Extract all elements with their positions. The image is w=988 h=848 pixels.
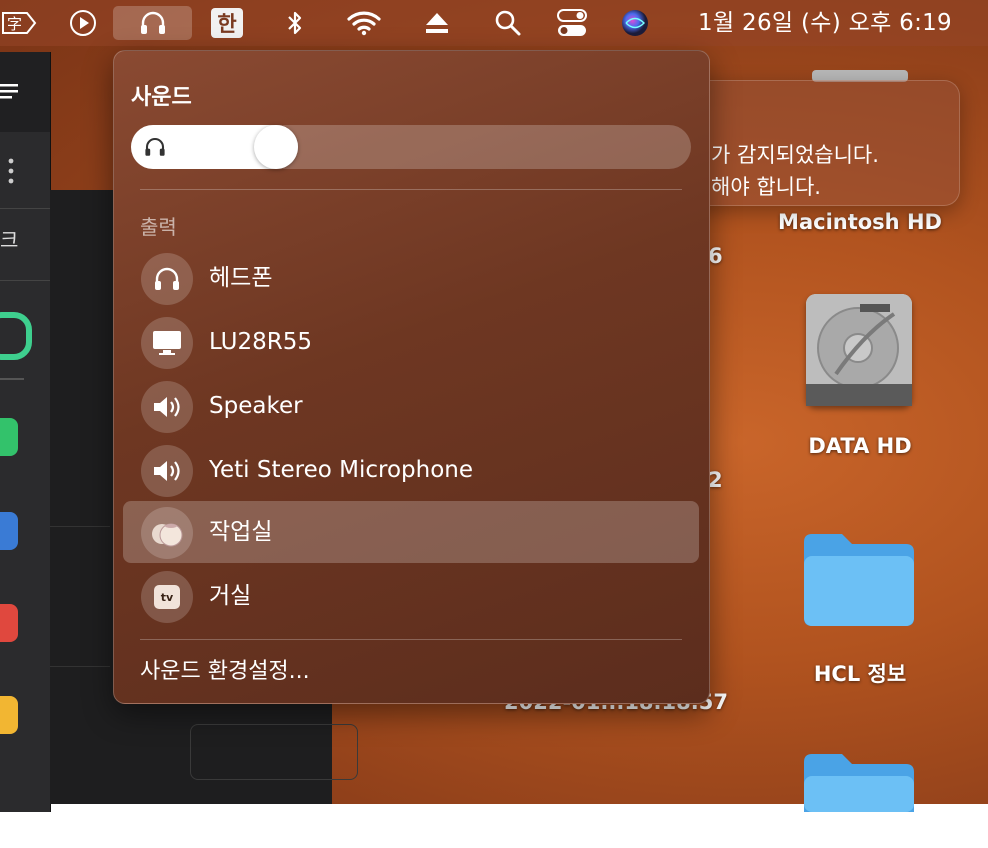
play-icon[interactable]: [66, 6, 100, 40]
wifi-icon[interactable]: [344, 6, 384, 40]
device-label: LU28R55: [209, 329, 313, 355]
list-icon[interactable]: [0, 82, 20, 108]
output-device-studio[interactable]: 작업실: [123, 501, 699, 563]
input-method-left-glyph: 字: [7, 15, 22, 33]
left-app-window: 크: [0, 52, 51, 812]
desktop-icon-macintosh-hd[interactable]: Macintosh HD: [760, 210, 960, 234]
headphones-menu-icon[interactable]: [113, 6, 192, 40]
divider: [50, 666, 110, 667]
star-app-icon[interactable]: [0, 696, 18, 734]
speaker-icon: [141, 445, 193, 497]
siri-icon[interactable]: [618, 6, 652, 40]
menubar-clock[interactable]: 1월 26일 (수) 오후 6:19: [698, 0, 952, 46]
briefcase-app-icon[interactable]: [0, 512, 18, 550]
menu-separator: [140, 189, 682, 190]
desktop-icon-label: Macintosh HD: [778, 210, 942, 234]
korean-input-icon[interactable]: 한: [210, 6, 244, 40]
notification-banner[interactable]: 가 감지되었습니다. 해야 합니다.: [690, 80, 960, 206]
volume-knob[interactable]: [254, 125, 299, 169]
speaker-icon: [141, 381, 193, 433]
partial-date-text: 6: [708, 244, 723, 268]
folder-icon[interactable]: [800, 752, 918, 848]
partial-date-text: 2: [708, 468, 723, 492]
input-source-icon[interactable]: 字: [0, 6, 38, 40]
desktop-icon-label: HCL 정보: [813, 662, 907, 686]
output-device-headphones[interactable]: 헤드폰: [123, 247, 699, 309]
homepod-icon: [141, 507, 193, 559]
messages-app-icon[interactable]: [0, 418, 18, 456]
sound-menu-title: 사운드: [131, 85, 192, 110]
left-app-partial-label: 크: [0, 228, 19, 252]
output-section-label: 출력: [140, 215, 177, 239]
device-label: 작업실: [209, 519, 273, 545]
red-app-icon[interactable]: [0, 604, 18, 642]
sound-preferences-item[interactable]: 사운드 환경설정...: [140, 653, 310, 685]
device-label: Speaker: [209, 393, 303, 419]
search-icon[interactable]: [492, 6, 524, 40]
middle-app-panel: [190, 724, 358, 780]
notification-line-1: 가 감지되었습니다.: [711, 143, 879, 167]
output-device-speaker[interactable]: Speaker: [123, 375, 699, 437]
drive-icon[interactable]: [806, 294, 912, 406]
menu-bar: 字 한 1월 26일 (수) 오후 6:19: [0, 0, 988, 46]
folder-icon[interactable]: [800, 532, 918, 628]
divider: [0, 378, 24, 380]
eject-icon[interactable]: [420, 6, 454, 40]
divider: [50, 526, 110, 527]
divider: [0, 280, 50, 281]
volume-slider[interactable]: [131, 125, 691, 169]
output-device-yeti[interactable]: Yeti Stereo Microphone: [123, 439, 699, 501]
left-app-toolbar: [0, 52, 50, 132]
divider: [0, 208, 50, 209]
headphones-icon: [141, 253, 193, 305]
sound-menu: 사운드 출력 헤드폰 LU28R55 Speaker Yeti Stereo M…: [113, 50, 710, 704]
more-icon[interactable]: [8, 156, 14, 190]
app-ring-icon[interactable]: [0, 312, 32, 360]
notification-line-2: 해야 합니다.: [711, 175, 821, 199]
bluetooth-icon[interactable]: [280, 6, 310, 40]
device-label: Yeti Stereo Microphone: [209, 457, 473, 483]
appletv-badge: tv: [154, 585, 180, 609]
device-label: 헤드폰: [209, 265, 273, 291]
output-device-lu28r55[interactable]: LU28R55: [123, 311, 699, 373]
control-center-icon[interactable]: [554, 6, 590, 40]
menu-separator: [140, 639, 682, 640]
output-device-living-room[interactable]: tv 거실: [123, 565, 699, 627]
appletv-icon: tv: [141, 571, 193, 623]
desktop-icon-hcl[interactable]: HCL 정보: [760, 658, 960, 688]
input-method-label: 한: [211, 8, 243, 38]
desktop-icon-data-hd[interactable]: DATA HD: [760, 434, 960, 458]
display-icon: [141, 317, 193, 369]
desktop-icon-label: DATA HD: [808, 434, 912, 458]
device-label: 거실: [209, 583, 252, 609]
headphones-icon: [143, 135, 167, 163]
